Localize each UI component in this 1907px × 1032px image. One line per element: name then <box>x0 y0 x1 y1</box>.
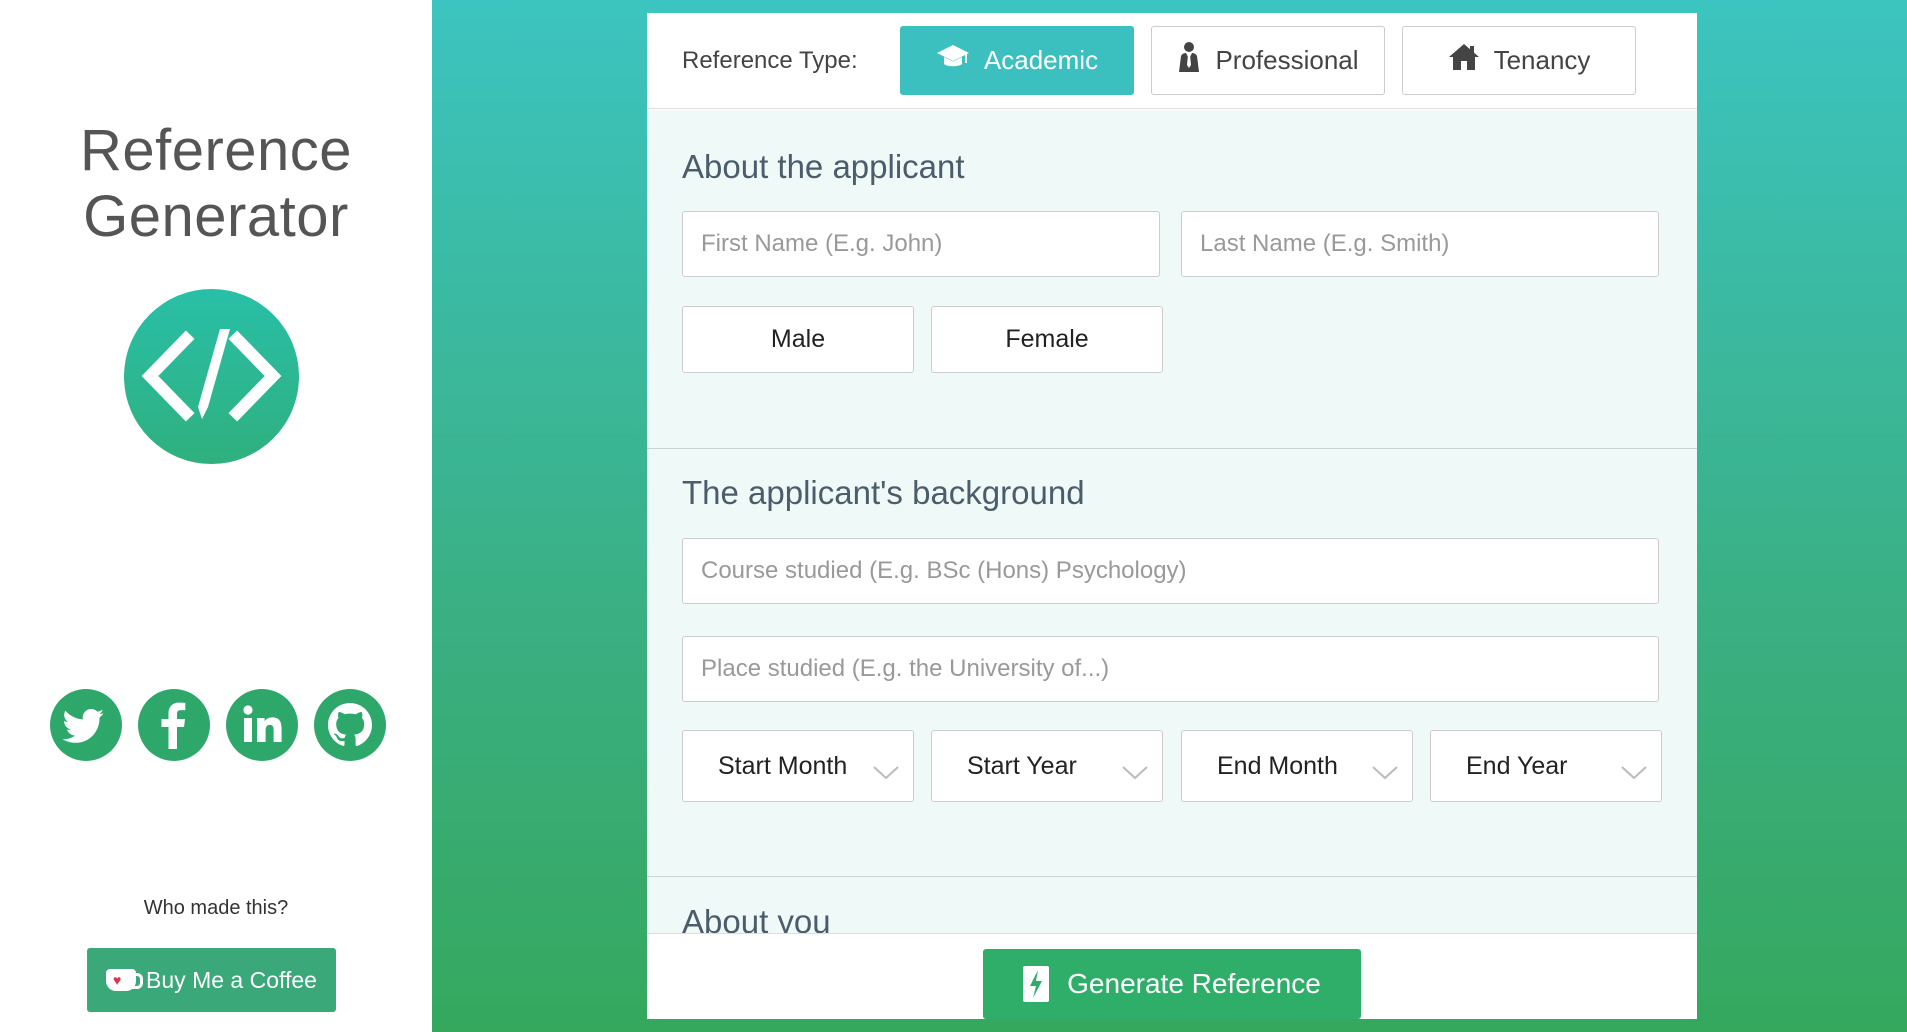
first-name-input[interactable]: First Name (E.g. John) <box>682 211 1160 277</box>
female-button[interactable]: Female <box>931 306 1163 373</box>
last-name-input[interactable]: Last Name (E.g. Smith) <box>1181 211 1659 277</box>
social-links <box>50 689 386 761</box>
graduation-cap-icon <box>936 43 970 78</box>
coffee-button-label: Buy Me a Coffee <box>146 966 317 993</box>
form-body: About the applicant First Name (E.g. Joh… <box>647 110 1697 933</box>
male-button[interactable]: Male <box>682 306 914 373</box>
tenancy-type-button[interactable]: Tenancy <box>1402 26 1636 95</box>
app-title: Reference Generator <box>0 118 432 250</box>
chevron-down-icon <box>1372 758 1398 787</box>
sidebar: Reference Generator Who made this? ♥ Buy… <box>0 0 432 1032</box>
generate-reference-button[interactable]: Generate Reference <box>983 949 1361 1019</box>
coffee-cup-icon: ♥ <box>106 969 144 991</box>
end-year-value: End Year <box>1466 751 1568 780</box>
app-title-line2: Generator <box>83 184 349 249</box>
chevron-down-icon <box>873 758 899 787</box>
place-studied-input[interactable]: Place studied (E.g. the University of...… <box>682 636 1659 702</box>
github-icon[interactable] <box>314 689 386 761</box>
course-studied-input[interactable]: Course studied (E.g. BSc (Hons) Psycholo… <box>682 538 1659 604</box>
reference-form-card: Reference Type: Academic Professional Te… <box>647 13 1697 1019</box>
section-divider <box>647 876 1697 877</box>
end-month-select[interactable]: End Month <box>1181 730 1413 802</box>
start-month-select[interactable]: Start Month <box>682 730 914 802</box>
linkedin-icon[interactable] <box>226 689 298 761</box>
twitter-icon[interactable] <box>50 689 122 761</box>
lightning-bolt-icon <box>1023 966 1050 1002</box>
end-month-value: End Month <box>1217 751 1338 780</box>
about-applicant-heading: About the applicant <box>682 148 965 185</box>
facebook-icon[interactable] <box>138 689 210 761</box>
professional-type-button[interactable]: Professional <box>1151 26 1385 95</box>
person-tie-icon <box>1177 41 1201 80</box>
academic-type-button[interactable]: Academic <box>900 26 1134 95</box>
about-you-heading: About you <box>682 903 831 933</box>
chevron-down-icon <box>1621 758 1647 787</box>
background-heading: The applicant's background <box>682 474 1085 511</box>
chevron-down-icon <box>1122 758 1148 787</box>
generate-reference-label: Generate Reference <box>1067 968 1321 999</box>
form-footer: Generate Reference <box>647 933 1697 1019</box>
professional-label: Professional <box>1215 45 1359 75</box>
reference-type-label: Reference Type: <box>682 47 858 74</box>
start-year-select[interactable]: Start Year <box>931 730 1163 802</box>
academic-label: Academic <box>983 45 1099 75</box>
app-title-line1: Reference <box>79 118 353 183</box>
start-year-value: Start Year <box>967 751 1077 780</box>
home-icon <box>1448 42 1480 79</box>
tenancy-label: Tenancy <box>1493 45 1591 75</box>
start-month-value: Start Month <box>718 751 848 780</box>
end-year-select[interactable]: End Year <box>1430 730 1662 802</box>
reference-type-bar: Reference Type: Academic Professional Te… <box>647 13 1697 109</box>
buy-me-a-coffee-button[interactable]: ♥ Buy Me a Coffee <box>87 948 336 1012</box>
code-pencil-icon <box>124 289 299 464</box>
who-made-this-link[interactable]: Who made this? <box>0 897 432 920</box>
section-divider <box>647 448 1697 449</box>
